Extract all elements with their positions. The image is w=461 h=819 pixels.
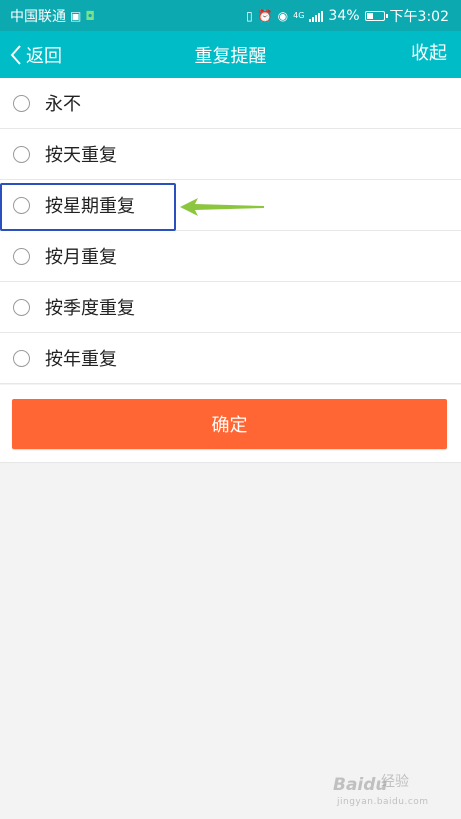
- clock-label: 下午3:02: [389, 8, 449, 25]
- option-never[interactable]: 永不: [0, 78, 461, 129]
- confirm-area: 确定: [0, 385, 461, 463]
- signal-icon: [309, 10, 324, 22]
- battery-percent: 34%: [328, 7, 360, 24]
- status-left: 中国联通 ▣ ◘: [10, 6, 95, 26]
- alarm-icon: ⏰: [257, 8, 273, 23]
- watermark: Baidu 经验 jingyan.baidu.com: [333, 761, 433, 807]
- eye-icon: ◉: [277, 8, 289, 23]
- carrier-label: 中国联通: [10, 8, 66, 25]
- vibrate-icon: ▯: [246, 8, 253, 23]
- navigation-bar: 返回 重复提醒 收起: [0, 31, 461, 78]
- radio-button[interactable]: [13, 247, 30, 265]
- option-label: 按天重复: [45, 145, 117, 166]
- repeat-options-list: 永不 按天重复 按星期重复 按月重复 按季度重复 按年重复: [0, 78, 461, 384]
- option-label: 按月重复: [45, 247, 117, 268]
- sim-card-icon: ▣: [70, 8, 82, 23]
- collapse-button[interactable]: 收起: [411, 31, 447, 72]
- network-type-label: 4G: [293, 10, 305, 20]
- option-label: 按年重复: [45, 349, 117, 370]
- option-label: 按星期重复: [45, 196, 135, 217]
- watermark-url: jingyan.baidu.com: [337, 797, 429, 807]
- radio-button[interactable]: [13, 298, 30, 316]
- status-bar: 中国联通 ▣ ◘ ▯ ⏰ ◉ 4G 34% 下午3:02: [0, 0, 461, 31]
- notification-icon: ◘: [85, 8, 95, 23]
- option-monthly[interactable]: 按月重复: [0, 231, 461, 282]
- radio-button[interactable]: [13, 196, 30, 214]
- option-label: 按季度重复: [45, 298, 135, 319]
- page-title: 重复提醒: [194, 45, 267, 67]
- option-label: 永不: [45, 94, 81, 115]
- option-quarterly[interactable]: 按季度重复: [0, 282, 461, 333]
- option-yearly[interactable]: 按年重复: [0, 333, 461, 384]
- watermark-sub: 经验: [381, 774, 409, 790]
- option-weekly[interactable]: 按星期重复: [0, 180, 461, 231]
- battery-icon: [364, 10, 388, 21]
- status-right: ▯ ⏰ ◉ 4G 34% 下午3:02: [246, 6, 449, 26]
- radio-button[interactable]: [13, 145, 30, 163]
- option-daily[interactable]: 按天重复: [0, 129, 461, 180]
- radio-button[interactable]: [13, 94, 30, 112]
- radio-button[interactable]: [13, 349, 30, 367]
- watermark-brand: Baidu: [333, 775, 388, 795]
- confirm-button[interactable]: 确定: [12, 399, 447, 449]
